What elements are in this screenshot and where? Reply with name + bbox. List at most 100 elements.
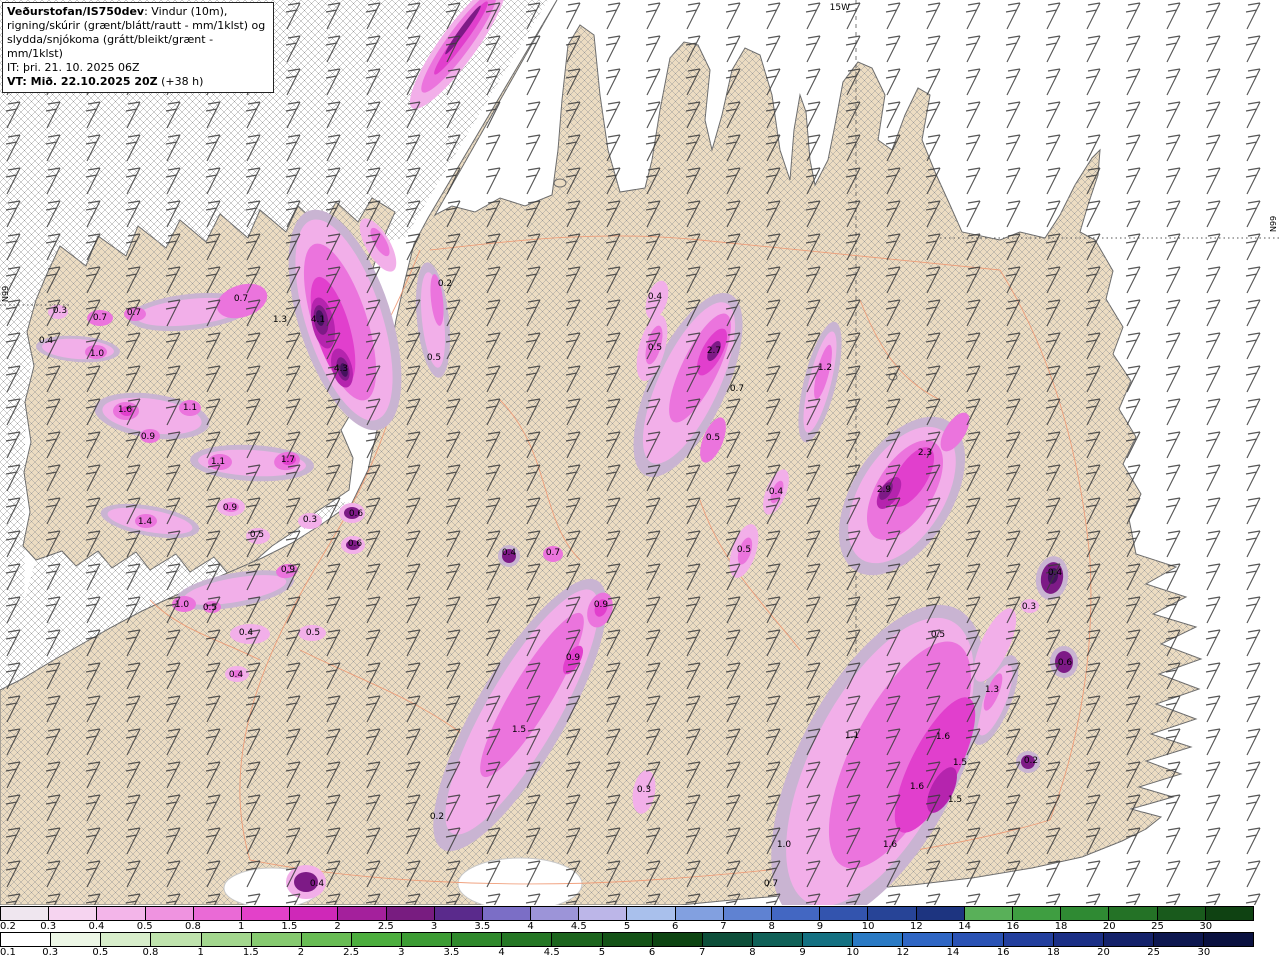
colorbar-segment [1205, 907, 1253, 920]
colorbar-segment [531, 907, 580, 920]
colorbars: 0.2 0.3 0.4 0.5 0.8 1 1.5 2 2.5 3 3.5 4 4.5 5 6 7 8 9 10 12… [0, 905, 1280, 958]
colorbar-tick-label: 20 [1097, 947, 1110, 958]
title-line-3: slydda/snjókoma (grátt/bleikt/grænt - mm… [7, 33, 214, 61]
init-time: IT: þri. 21. 10. 2025 06Z [7, 61, 140, 75]
colorbar-tick-label: 30 [1199, 921, 1213, 932]
colorbar-tick-label: 4 [527, 921, 534, 932]
colorbar-segment [552, 933, 603, 946]
colorbar-segment [301, 933, 352, 946]
colorbar-sleet-snow-labels: 0.2 0.3 0.4 0.5 0.8 1 1.5 2 2.5 3 3.5 4 4.5 5 6 7 8 9 10 12… [0, 921, 1254, 932]
colorbar-segment [402, 933, 453, 946]
colorbar-segment [51, 933, 102, 946]
colorbar-segment [1153, 933, 1204, 946]
colorbar-tick-label: 14 [946, 947, 960, 958]
colorbar-tick-label: 5 [623, 921, 631, 932]
colorbar-tick-label: 12 [896, 947, 910, 958]
colorbar-tick-label: 0.4 [88, 921, 105, 932]
colorbar-segment [452, 933, 503, 946]
colorbar-rain-labels: 0.1 0.3 0.5 0.8 1 1.5 2 2.5 3 3.5 4 4.5 5 6 7 8 9 10 12 14 1… [0, 947, 1254, 958]
colorbar-segment [251, 933, 302, 946]
colorbar-tick-label: 30 [1197, 947, 1211, 958]
colorbar-segment [97, 907, 146, 920]
colorbar-segment [351, 933, 402, 946]
colorbar-tick-label: 3 [398, 947, 405, 958]
title-line-1: Veðurstofan/IS750dev: Vindur (10m), [7, 5, 228, 18]
colorbar-segment [338, 907, 387, 920]
map-canvas: 15W N99 N99 [0, 0, 1280, 905]
parallel-label-left: N99 [1, 286, 10, 302]
colorbar-tick-label: 3.5 [474, 921, 491, 932]
colorbar-segment [386, 907, 435, 920]
colorbar-segment [1, 907, 50, 920]
colorbar-segment [652, 933, 703, 946]
colorbar-tick-label: 8 [768, 921, 775, 932]
colorbar-tick-label: 0.1 [0, 947, 16, 958]
colorbar-tick-label: 3 [430, 921, 438, 932]
colorbar-segment [1053, 933, 1104, 946]
colorbar-segment [803, 933, 854, 946]
colorbar-tick-label: 18 [1054, 921, 1068, 932]
colorbar-tick-label: 1 [237, 921, 245, 932]
colorbar-segment [434, 907, 483, 920]
colorbar-segment [1012, 907, 1062, 920]
colorbar-tick-label: 9 [816, 921, 824, 932]
colorbar-tick-label: 25 [1147, 947, 1161, 958]
colorbar-segment [151, 933, 202, 946]
colorbar-segment [1103, 933, 1154, 946]
colorbar-tick-label: 2.5 [377, 921, 394, 932]
colorbar-tick-label: 25 [1151, 921, 1164, 932]
colorbar-tick-label: 2.5 [343, 947, 360, 958]
colorbar-segment [482, 907, 532, 920]
colorbar-segment [241, 907, 291, 920]
colorbar-segment [101, 933, 152, 946]
colorbar-tick-label: 1.5 [242, 947, 259, 958]
colorbar-segment [1109, 907, 1158, 920]
colorbar-tick-label: 4.5 [543, 947, 560, 958]
colorbar-sleet-snow-segments [0, 906, 1254, 921]
colorbar-tick-label: 14 [958, 921, 971, 932]
colorbar-segment [1, 933, 52, 946]
colorbar-tick-label: 4 [498, 947, 505, 958]
colorbar-tick-label: 0.2 [0, 921, 16, 932]
colorbar-segment [1003, 933, 1054, 946]
colorbar-tick-label: 1.5 [281, 921, 298, 932]
colorbar-sleet-snow: 0.2 0.3 0.4 0.5 0.8 1 1.5 2 2.5 3 3.5 4 4.5 5 6 7 8 9 10 12… [0, 906, 1254, 932]
colorbar-tick-label: 9 [799, 947, 806, 958]
colorbar-rain: 0.1 0.3 0.5 0.8 1 1.5 2 2.5 3 3.5 4 4.5 5 6 7 8 9 10 12 14 1… [0, 932, 1254, 958]
colorbar-segment [602, 933, 653, 946]
colorbar-segment [820, 907, 869, 920]
colorbar-tick-label: 0.5 [136, 921, 153, 932]
colorbar-segment [627, 907, 676, 920]
colorbar-segment [772, 907, 821, 920]
colorbar-tick-label: 4.5 [570, 921, 587, 932]
colorbar-tick-label: 0.3 [40, 921, 57, 932]
colorbar-tick-label: 20 [1102, 921, 1116, 932]
colorbar-segment [201, 933, 252, 946]
valid-time: VT: Mið. 22.10.2025 20Z (+38 h) [7, 75, 204, 89]
colorbar-tick-label: 1 [197, 947, 204, 958]
colorbar-tick-label: 18 [1046, 947, 1060, 958]
meridian-label: 15W [830, 3, 850, 13]
weather-map: 15W N99 N99 0.3 0.7 0.7 0.7 1.3 4.1 0.2 0.4 0.4 1… [0, 0, 1280, 905]
colorbar-tick-label: 0.8 [142, 947, 159, 958]
parallel-label-right: N99 [1269, 216, 1278, 232]
colorbar-tick-label: 5 [598, 947, 606, 958]
colorbar-tick-label: 16 [996, 947, 1010, 958]
colorbar-tick-label: 8 [749, 947, 756, 958]
colorbar-segment [702, 933, 753, 946]
colorbar-segment [1157, 907, 1206, 920]
colorbar-tick-label: 12 [910, 921, 923, 932]
colorbar-tick-label: 0.5 [92, 947, 109, 958]
model-name: Veðurstofan/IS750dev [7, 5, 145, 18]
colorbar-segment [903, 933, 954, 946]
colorbar-segment [953, 933, 1004, 946]
colorbar-segment [145, 907, 194, 920]
title-box: Veðurstofan/IS750dev: Vindur (10m), rign… [2, 2, 274, 94]
colorbar-segment [964, 907, 1013, 920]
colorbar-segment [49, 907, 98, 920]
colorbar-segment [579, 907, 628, 920]
colorbar-segment [853, 933, 904, 946]
colorbar-segment [193, 907, 242, 920]
colorbar-segment [916, 907, 965, 920]
wind-barbs-layer [0, 0, 1280, 905]
